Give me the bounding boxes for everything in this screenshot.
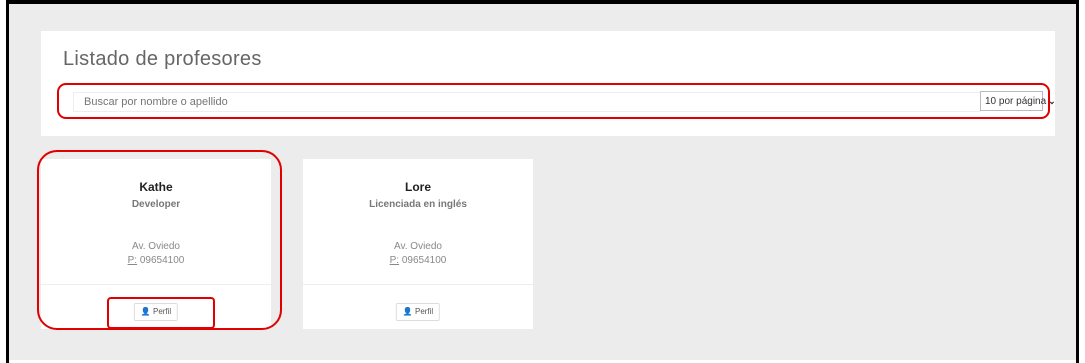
teacher-address: Av. Oviedo (394, 241, 442, 252)
per-page-select[interactable]: 10 por página ⌄ (980, 91, 1056, 111)
phone-prefix: P: (389, 255, 400, 266)
user-icon: 👤 (402, 307, 413, 316)
teacher-name: Lore (404, 180, 431, 194)
card-divider (303, 284, 533, 285)
profile-label: Perfil (414, 307, 434, 316)
app-window: Listado de profesores 10 por página⌄ Kat… (6, 0, 1079, 363)
page-title: Listado de profesores (63, 48, 262, 70)
per-page-label: 10 por página (985, 96, 1047, 107)
search-highlight: 10 por página⌄ (57, 83, 1056, 119)
search-panel: Listado de profesores 10 por página⌄ (41, 31, 1056, 136)
profile-button-highlight (107, 297, 215, 329)
teacher-phone: P: 09654100 (303, 255, 533, 266)
chevron-down-icon: ⌄ (1048, 96, 1056, 106)
search-input[interactable] (73, 92, 981, 112)
phone-number: 09654100 (401, 255, 447, 266)
teacher-role: Licenciada en inglés (369, 199, 467, 210)
profile-button[interactable]: 👤 Perfil (395, 303, 441, 321)
teacher-card: Lore Licenciada en inglés Av. Oviedo P: … (303, 159, 533, 329)
